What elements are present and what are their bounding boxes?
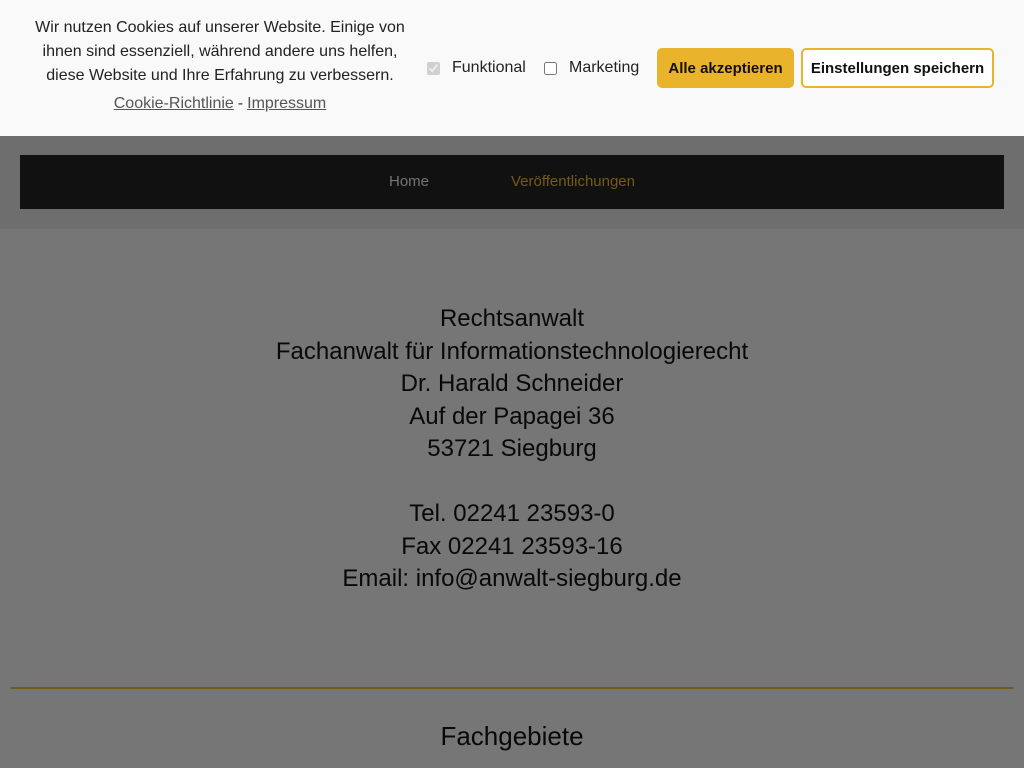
marketing-label: Marketing [569, 59, 640, 76]
functional-checkbox[interactable] [427, 61, 440, 75]
save-settings-button[interactable]: Einstellungen speichern [801, 48, 994, 88]
cookie-links: Cookie-Richtlinie - Impressum [20, 92, 420, 116]
marketing-option: Marketing [544, 56, 639, 80]
cookie-message: Wir nutzen Cookies auf unserer Website. … [20, 16, 420, 88]
functional-label: Funktional [452, 59, 526, 76]
cookie-policy-link[interactable]: Cookie-Richtlinie [114, 95, 234, 112]
cookie-message-line: Wir nutzen Cookies auf unserer Website. … [35, 19, 405, 36]
cookie-banner: Wir nutzen Cookies auf unserer Website. … [0, 0, 1024, 136]
marketing-checkbox[interactable] [544, 61, 557, 75]
cookie-message-line: ihnen sind essenziell, während andere un… [42, 43, 398, 60]
link-separator: - [237, 95, 244, 112]
accept-all-button[interactable]: Alle akzeptieren [657, 48, 794, 88]
cookie-message-line: diese Website und Ihre Erfahrung zu verb… [46, 67, 394, 84]
functional-option: Funktional [427, 56, 526, 80]
imprint-link[interactable]: Impressum [247, 95, 326, 112]
